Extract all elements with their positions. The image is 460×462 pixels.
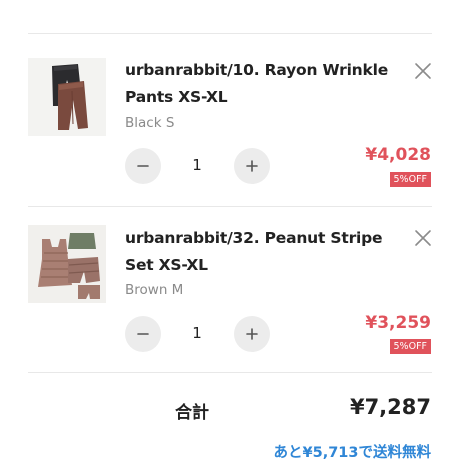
- minus-icon: [137, 333, 149, 335]
- plus-icon: [246, 328, 258, 340]
- decrement-quantity-button[interactable]: [125, 148, 161, 184]
- remove-item-button[interactable]: [413, 61, 433, 81]
- discount-badge: 5%OFF: [389, 339, 431, 354]
- free-shipping-note: あと¥5,713で送料無料: [273, 445, 431, 461]
- item-variant: Black S: [125, 115, 175, 131]
- discount-badge: 5%OFF: [389, 172, 431, 187]
- product-thumbnail-stripe-set[interactable]: [28, 225, 106, 303]
- stripe-set-photo: [28, 225, 106, 303]
- plus-icon: [246, 160, 258, 172]
- increment-quantity-button[interactable]: [234, 316, 270, 352]
- item-price: ¥4,028: [365, 145, 431, 165]
- total-label: 合計: [175, 403, 209, 423]
- summary-divider: [28, 372, 432, 373]
- product-thumbnail-pants[interactable]: [28, 58, 106, 136]
- item-title[interactable]: urbanrabbit/10. Rayon Wrinkle Pants XS-X…: [125, 57, 408, 111]
- item-title[interactable]: urbanrabbit/32. Peanut Stripe Set XS-XL: [125, 225, 408, 279]
- remove-item-button[interactable]: [413, 228, 433, 248]
- item-divider: [28, 206, 432, 207]
- quantity-value: 1: [192, 324, 202, 342]
- close-icon: [415, 63, 431, 79]
- minus-icon: [137, 165, 149, 167]
- top-divider: [28, 33, 432, 34]
- decrement-quantity-button[interactable]: [125, 316, 161, 352]
- close-icon: [415, 230, 431, 246]
- increment-quantity-button[interactable]: [234, 148, 270, 184]
- pants-photo: [28, 58, 106, 136]
- item-variant: Brown M: [125, 282, 184, 298]
- quantity-value: 1: [192, 156, 202, 174]
- total-value: ¥7,287: [349, 395, 431, 419]
- item-price: ¥3,259: [365, 313, 431, 333]
